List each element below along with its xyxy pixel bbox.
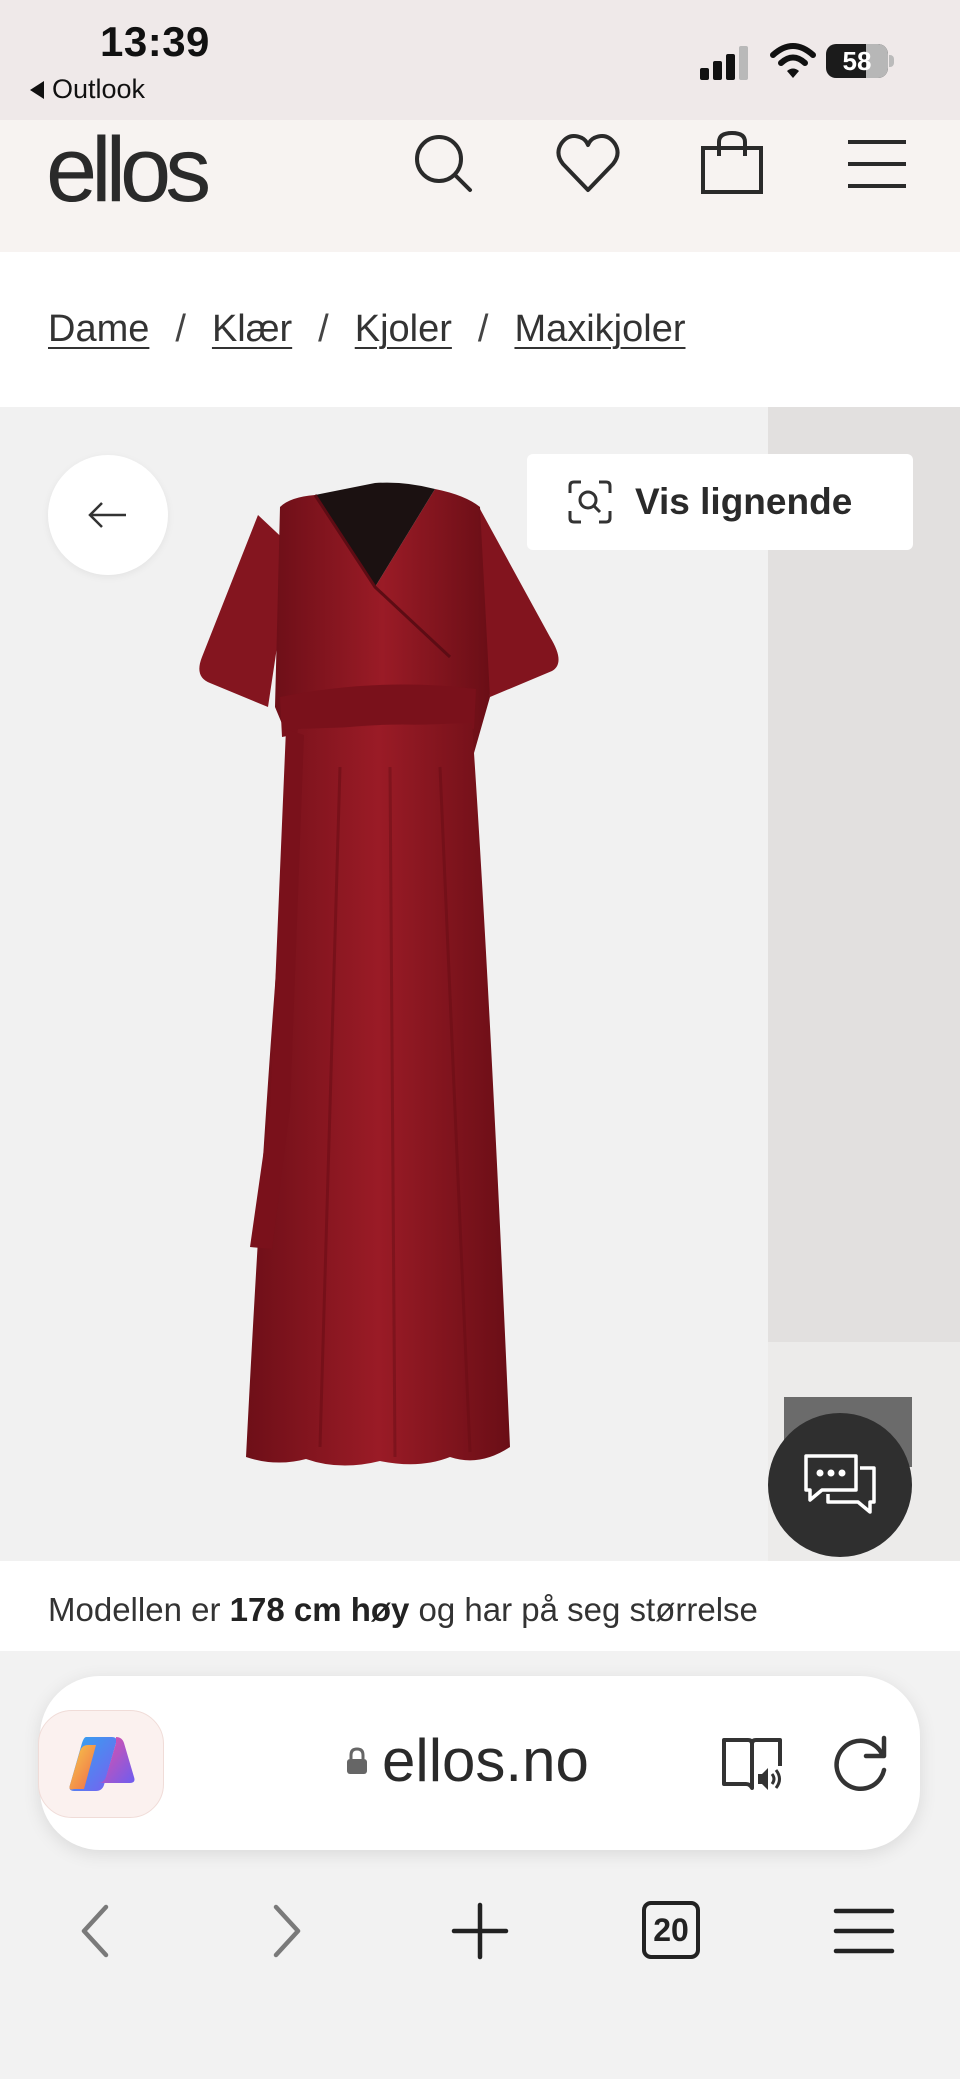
breadcrumb-link-maxikjoler[interactable]: Maxikjoler (514, 308, 685, 351)
back-arrow-icon[interactable] (70, 1891, 120, 1971)
show-similar-button[interactable]: Vis lignende (527, 454, 913, 550)
copilot-icon (69, 1737, 135, 1791)
tab-count: 20 (653, 1911, 689, 1948)
browser-toolbar-area: ellos.no 20 (0, 1651, 960, 2079)
back-triangle-icon (30, 80, 44, 99)
address-bar[interactable]: ellos.no (38, 1676, 920, 1850)
menu-icon[interactable] (842, 128, 912, 198)
status-time: 13:39 (100, 18, 210, 65)
search-icon[interactable] (408, 128, 478, 198)
status-bar: 13:39 Outlook 58 (0, 0, 960, 120)
bag-icon[interactable] (697, 128, 767, 198)
copilot-button[interactable] (38, 1710, 164, 1818)
chat-bubbles-icon (804, 1454, 876, 1514)
model-info-text: Modellen er 178 cm høy og har på seg stø… (48, 1591, 758, 1629)
browser-menu-icon[interactable] (832, 1891, 896, 1971)
back-app-label: Outlook (52, 74, 146, 104)
breadcrumb-separator: / (318, 308, 329, 350)
model-info-suffix: og har på seg størrelse (409, 1591, 758, 1628)
breadcrumb-link-klaer[interactable]: Klær (212, 308, 292, 351)
breadcrumb-separator: / (175, 308, 186, 350)
model-height: 178 cm høy (229, 1591, 410, 1628)
battery-indicator: 58 (826, 44, 896, 78)
model-info-prefix: Modellen er (48, 1591, 230, 1628)
reader-mode-icon[interactable] (720, 1734, 786, 1794)
model-info-bar: Modellen er 178 cm høy og har på seg stø… (0, 1561, 960, 1651)
breadcrumb-link-dame[interactable]: Dame (48, 308, 149, 351)
cellular-signal-icon (700, 46, 748, 80)
battery-level: 58 (842, 46, 872, 76)
visual-search-icon (568, 480, 612, 524)
product-image-gallery[interactable]: Vis lignende (0, 407, 960, 1561)
next-product-image[interactable] (768, 407, 960, 1561)
chat-button[interactable] (768, 1413, 912, 1557)
product-image-dress[interactable] (180, 467, 600, 1487)
new-tab-plus-icon[interactable] (448, 1891, 512, 1971)
heart-icon[interactable] (553, 128, 623, 198)
reload-icon[interactable] (830, 1732, 892, 1794)
breadcrumb-link-kjoler[interactable]: Kjoler (355, 308, 452, 351)
site-header: ellos (0, 118, 960, 252)
gallery-back-button[interactable] (48, 455, 168, 575)
breadcrumb-bar: Dame / Klær / Kjoler / Maxikjoler (0, 252, 960, 407)
back-to-app-link[interactable]: Outlook (30, 74, 145, 105)
tabs-counter-button[interactable]: 20 (642, 1901, 700, 1959)
wifi-icon (770, 43, 816, 78)
lock-icon (347, 1746, 367, 1774)
show-similar-label: Vis lignende (635, 481, 853, 522)
ellos-logo[interactable]: ellos (46, 118, 211, 223)
arrow-left-icon (88, 502, 126, 528)
forward-arrow-icon[interactable] (262, 1891, 312, 1971)
breadcrumb-separator: / (477, 308, 489, 350)
url-display[interactable]: ellos.no (346, 1726, 589, 1795)
breadcrumb: Dame / Klær / Kjoler / Maxikjoler (48, 308, 686, 351)
url-text: ellos.no (382, 1727, 589, 1794)
